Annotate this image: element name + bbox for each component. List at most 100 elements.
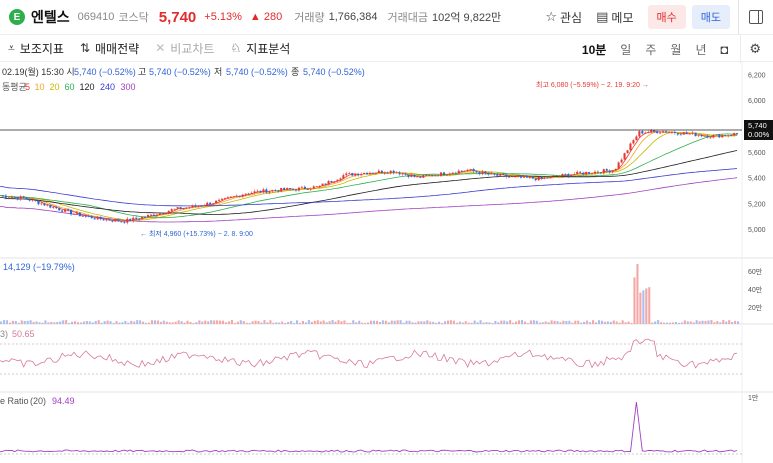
volume-bar bbox=[506, 321, 509, 324]
ohlc-date: 02.19(월) 15:30 시 bbox=[2, 66, 75, 77]
volume-bar bbox=[677, 322, 680, 324]
volume-bar bbox=[121, 322, 124, 324]
candle-body bbox=[555, 175, 558, 177]
rsi-line bbox=[0, 338, 738, 369]
candle-body bbox=[200, 205, 203, 207]
candle-body bbox=[626, 150, 629, 154]
candle-body bbox=[120, 221, 123, 223]
candle-body bbox=[78, 212, 81, 217]
stock-name[interactable]: 엔텔스 bbox=[31, 7, 70, 27]
volume-bar bbox=[565, 321, 568, 324]
candle-body bbox=[135, 217, 138, 219]
volume-bar bbox=[142, 321, 145, 324]
volume-bar bbox=[145, 322, 148, 324]
volume-bar bbox=[224, 322, 228, 324]
candle-body bbox=[75, 212, 78, 214]
side-panel-icon[interactable] bbox=[749, 10, 763, 24]
candle-body bbox=[371, 172, 374, 174]
candle-body bbox=[724, 135, 727, 136]
candle-body bbox=[487, 173, 490, 175]
candle-body bbox=[49, 204, 52, 208]
price-chart-svg[interactable]: 02.19(월) 15:30 시 5,740 (−0.52%) 고 5,740 … bbox=[0, 62, 773, 463]
timeframe-10min[interactable]: 10분 bbox=[582, 41, 606, 58]
ma-legend-item: 300 bbox=[121, 82, 136, 92]
volume-bar bbox=[494, 320, 497, 324]
candle-body bbox=[197, 205, 200, 207]
indicator-analysis-button[interactable]: ♘ 지표분석 bbox=[230, 40, 290, 57]
candle-body bbox=[146, 215, 150, 218]
volume-bar bbox=[287, 321, 290, 324]
volume-bar bbox=[171, 322, 174, 324]
memo-button[interactable]: ▤ 메모 bbox=[596, 9, 633, 26]
camera-icon[interactable]: ◘ bbox=[720, 42, 728, 57]
volume-bar bbox=[14, 320, 17, 324]
candle-body bbox=[309, 188, 312, 190]
volume-bar bbox=[405, 320, 408, 324]
volume-bar bbox=[408, 320, 411, 324]
volume-bar bbox=[367, 322, 370, 324]
volume-bar bbox=[88, 321, 91, 324]
sell-button[interactable]: 매도 bbox=[691, 5, 730, 29]
candle-body bbox=[235, 195, 238, 197]
timeframe-day[interactable]: 일 bbox=[620, 41, 631, 58]
timeframe-year[interactable]: 년 bbox=[695, 41, 706, 58]
compare-chart-button[interactable]: ✕ 비교차트 bbox=[155, 40, 214, 57]
volume-bar bbox=[343, 320, 346, 324]
candle-body bbox=[179, 207, 182, 210]
candle-body bbox=[540, 176, 543, 179]
volume-bar bbox=[544, 321, 547, 324]
volume-bar bbox=[340, 321, 343, 324]
volume-bar bbox=[526, 322, 529, 324]
candle-body bbox=[357, 173, 360, 176]
volume-bar bbox=[512, 322, 515, 324]
volume-bar bbox=[248, 322, 251, 324]
indicators-button[interactable]: ⩡ 보조지표 bbox=[8, 40, 64, 57]
candle-body bbox=[644, 132, 647, 134]
volume-bar bbox=[417, 321, 420, 324]
candle-body bbox=[682, 132, 685, 135]
timeframe-week[interactable]: 주 bbox=[645, 41, 656, 58]
volume-bar bbox=[390, 320, 393, 324]
candle-body bbox=[277, 190, 280, 192]
volume-bar bbox=[648, 287, 651, 324]
candle-body bbox=[312, 186, 315, 189]
candle-body bbox=[481, 171, 484, 174]
candle-body bbox=[519, 176, 522, 178]
candle-body bbox=[368, 172, 372, 175]
candle-body bbox=[484, 171, 487, 174]
volume-bar bbox=[378, 321, 381, 324]
volume-bar bbox=[710, 320, 713, 324]
chart-area[interactable]: 02.19(월) 15:30 시 5,740 (−0.52%) 고 5,740 … bbox=[0, 62, 773, 463]
candle-body bbox=[460, 170, 463, 172]
volume-bar bbox=[2, 320, 6, 324]
volume-bar bbox=[180, 321, 183, 324]
memo-icon: ▤ bbox=[596, 9, 609, 24]
ohlc-high: 5,740 (−0.52%) bbox=[149, 67, 211, 77]
watch-button[interactable]: ☆ 관심 bbox=[545, 9, 582, 26]
candle-body bbox=[25, 197, 28, 200]
header-actions: ☆ 관심 ▤ 메모 매수 매도 bbox=[545, 0, 773, 34]
volume-bar bbox=[301, 320, 304, 324]
candle-body bbox=[404, 173, 407, 175]
ma-legend-item: 240 bbox=[100, 82, 115, 92]
volume-bar bbox=[435, 322, 438, 324]
timeframe-month[interactable]: 월 bbox=[670, 41, 681, 58]
candle-body bbox=[537, 176, 540, 181]
candle-body bbox=[61, 210, 64, 212]
candle-body bbox=[132, 217, 135, 221]
volume-bar bbox=[624, 322, 627, 324]
volume-bar bbox=[734, 320, 737, 324]
candle-body bbox=[286, 188, 289, 190]
ohlc-close-label: 종 bbox=[291, 67, 299, 77]
candle-body bbox=[676, 133, 679, 135]
timeframe-selector: 10분 일 주 월 년 ◘ ⚙ bbox=[582, 35, 773, 63]
candle-body bbox=[416, 176, 419, 178]
settings-icon[interactable]: ⚙ bbox=[749, 41, 761, 57]
vr-axis-top: 1만 bbox=[748, 393, 759, 402]
candle-body bbox=[546, 177, 549, 179]
trade-strategy-button[interactable]: ⇅ 매매전략 bbox=[80, 40, 139, 57]
candle-body bbox=[608, 170, 611, 173]
buy-button[interactable]: 매수 bbox=[647, 5, 686, 29]
watch-label: 관심 bbox=[560, 10, 583, 25]
volume-bar bbox=[515, 321, 518, 324]
